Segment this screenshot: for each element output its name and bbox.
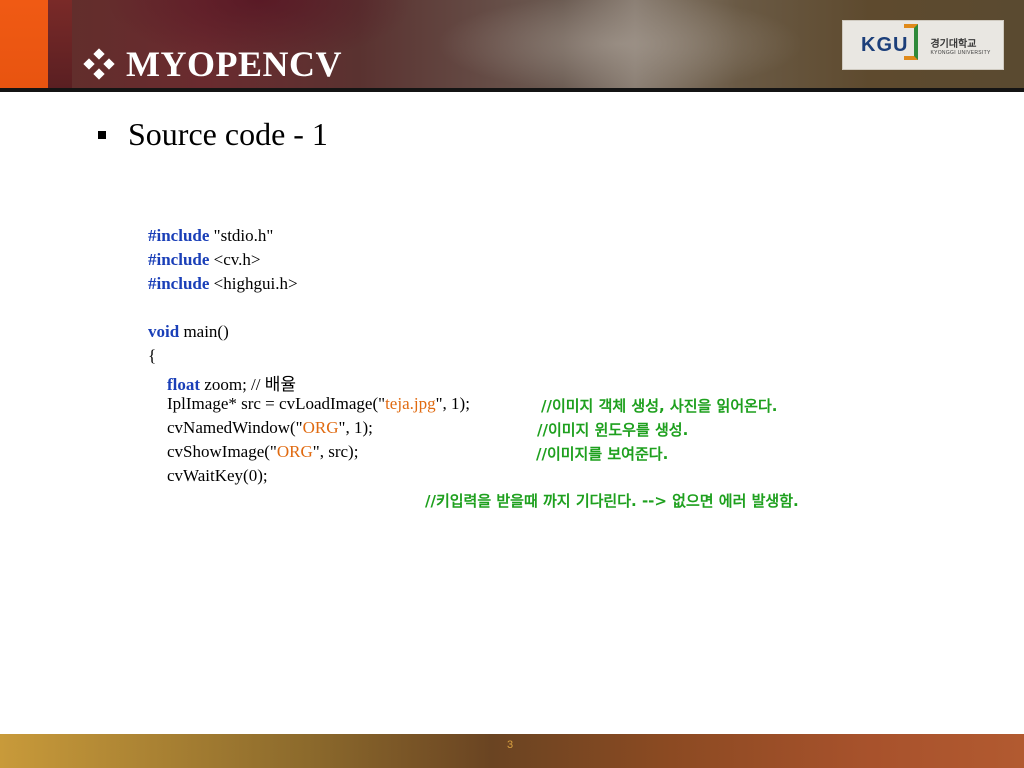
code-text: IplImage* src = cvLoadImage("	[167, 394, 386, 413]
code-text: zoom; // 배율	[200, 375, 297, 394]
code-line-6: {	[148, 346, 157, 365]
title-row: MYOPENCV	[83, 42, 342, 86]
code-text: cvNamedWindow("	[167, 418, 303, 437]
code-string: teja.jpg	[385, 394, 436, 413]
slide-title: MYOPENCV	[126, 44, 342, 84]
code-line-7: float zoom; // 배율	[167, 370, 296, 395]
bullet-text: Source code - 1	[128, 116, 328, 152]
university-logo: KGU 경기대학교 KYONGGI UNIVERSITY	[842, 20, 1004, 70]
code-text: ", src);	[312, 442, 359, 461]
logo-text: 경기대학교 KYONGGI UNIVERSITY	[930, 35, 990, 56]
header-accent-orange	[0, 0, 48, 88]
code-line-11: cvWaitKey(0);	[167, 466, 268, 485]
logo-mark: KGU	[861, 24, 919, 60]
code-line-10: cvShowImage("ORG", src);	[167, 442, 358, 462]
code-keyword: float	[167, 375, 201, 394]
square-bullet-icon	[98, 130, 106, 139]
header-rule	[0, 88, 1024, 92]
logo-english: KYONGGI UNIVERSITY	[930, 49, 991, 56]
page-number: 3	[507, 739, 514, 751]
code-line-9: cvNamedWindow("ORG", 1);	[167, 418, 373, 438]
code-keyword: void	[148, 322, 180, 341]
code-text: ", 1);	[338, 418, 373, 437]
code-line-3: #include <highgui.h>	[148, 274, 298, 294]
code-line-2: #include <cv.h>	[148, 250, 261, 270]
bullet-item: Source code - 1	[98, 116, 328, 153]
code-keyword: #include	[148, 274, 210, 293]
code-text: ", 1);	[435, 394, 470, 413]
code-text: "stdio.h"	[209, 226, 274, 245]
code-text: cvShowImage("	[167, 442, 277, 461]
logo-bracket-icon	[904, 24, 919, 60]
logo-mark-text: KGU	[861, 33, 909, 56]
code-line-5: void main()	[148, 322, 229, 342]
code-text: main()	[179, 322, 229, 341]
logo-korean: 경기대학교	[930, 38, 977, 50]
code-line-1: #include "stdio.h"	[148, 226, 273, 246]
code-comment-2: //이미지 윈도우를 생성.	[537, 421, 689, 439]
code-string: ORG	[276, 442, 313, 461]
diamond-bullet-icon	[83, 48, 115, 80]
code-line-8: IplImage* src = cvLoadImage("teja.jpg", …	[167, 394, 470, 414]
header-accent-stripe	[48, 0, 72, 88]
code-comment-4: //키입력을 받을때 까지 기다린다. --> 없으면 에러 발생함.	[425, 492, 799, 510]
code-keyword: #include	[148, 250, 210, 269]
code-comment-3: //이미지를 보여준다.	[536, 445, 669, 463]
code-string: ORG	[302, 418, 339, 437]
code-text: <highgui.h>	[209, 274, 298, 293]
code-keyword: #include	[148, 226, 210, 245]
code-text: <cv.h>	[209, 250, 261, 269]
code-comment-1: //이미지 객체 생성, 사진을 읽어온다.	[541, 397, 778, 415]
